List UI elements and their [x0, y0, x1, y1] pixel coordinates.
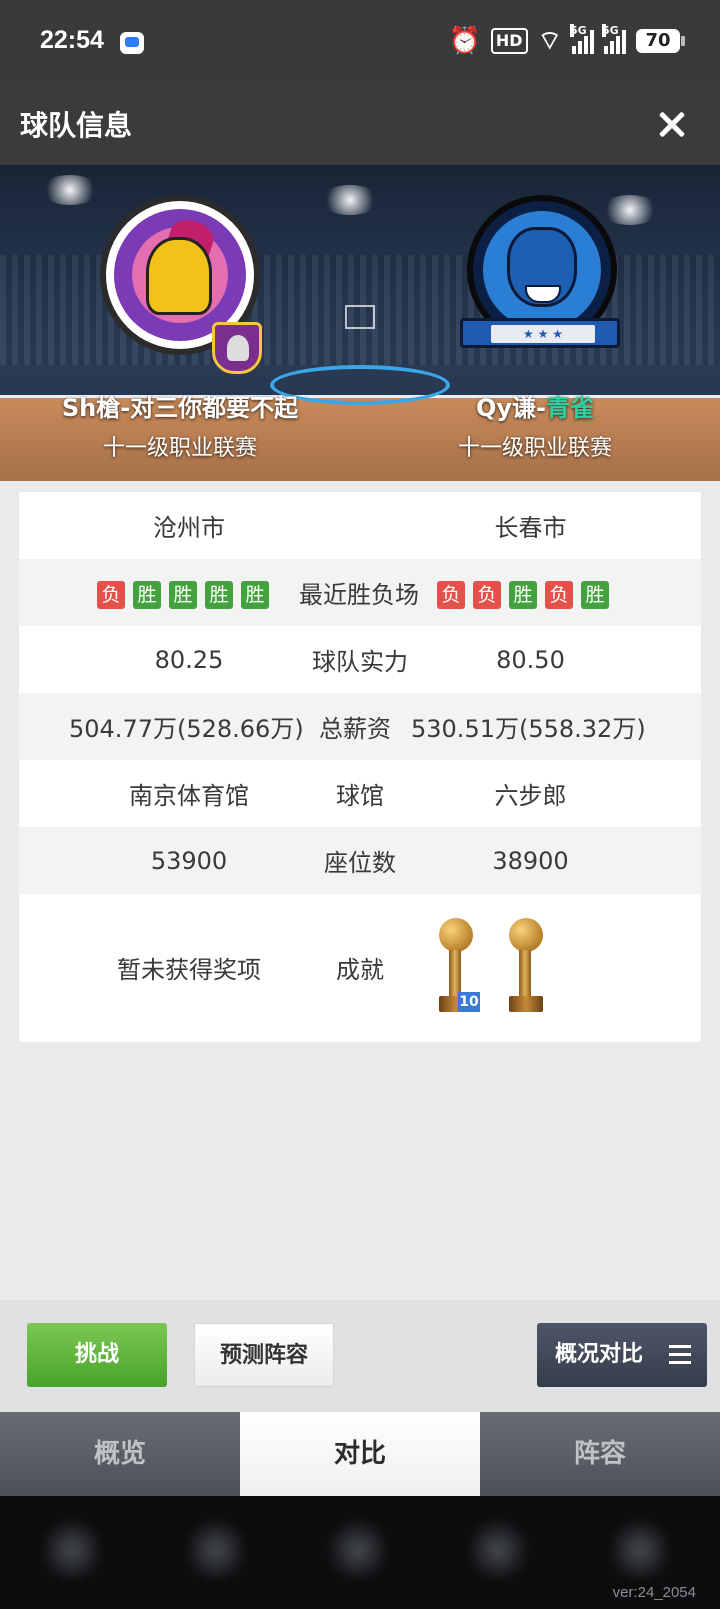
version-label: ver:24_2054	[612, 1584, 696, 1601]
signal-icon: 5G	[570, 24, 594, 54]
logo-ribbon: ★ ★ ★	[460, 318, 620, 348]
chat-app-icon	[120, 32, 144, 54]
right-team-name: Qy谦-青雀	[365, 388, 705, 423]
left-result-badge: 胜	[169, 581, 197, 609]
close-icon[interactable]	[652, 104, 692, 144]
right-result-badge: 负	[545, 581, 573, 609]
right-result-badge: 胜	[509, 581, 537, 609]
strength-row: 80.25 球队实力 80.50	[19, 626, 701, 693]
right-result-badge: 胜	[581, 581, 609, 609]
right-city: 长春市	[494, 514, 567, 542]
title-bar: 球队信息	[0, 82, 720, 165]
trophy-count-badge: 10	[458, 992, 480, 1012]
left-salary: 504.77万(528.66万)	[69, 715, 304, 743]
network-type-label: 5G	[602, 24, 619, 37]
left-result-badge: 胜	[133, 581, 161, 609]
hd-icon: HD	[490, 28, 528, 54]
wifi-icon: ⌔	[537, 26, 562, 56]
right-salary: 530.51万(558.32万)	[411, 715, 646, 743]
seats-row: 53900 座位数 38900	[19, 827, 701, 894]
right-strength: 80.50	[496, 645, 565, 674]
left-result-badge: 负	[97, 581, 125, 609]
arena-row: 南京体育馆 球馆 六步郎	[19, 760, 701, 827]
tab-overview[interactable]: 概览	[0, 1412, 240, 1496]
achievement-row: 暂未获得奖项 成就	[19, 894, 701, 1040]
right-arena: 六步郎	[494, 782, 567, 810]
left-result-badge: 胜	[205, 581, 233, 609]
salary-label: 总薪资	[319, 715, 391, 743]
achievement-label: 成就	[336, 955, 384, 984]
tab-bar: 概览 对比 阵容	[0, 1412, 720, 1496]
nav-icon[interactable]	[330, 1514, 386, 1586]
predict-lineup-button[interactable]: 预测阵容	[194, 1323, 334, 1387]
right-team-name-prefix: Qy谦-	[475, 394, 546, 422]
nav-icon[interactable]	[188, 1514, 244, 1586]
stadium-light	[40, 175, 100, 205]
alarm-icon: ⏰	[448, 26, 481, 56]
salary-row: 504.77万(528.66万) 总薪资 530.51万(558.32万)	[19, 693, 701, 760]
nav-icon[interactable]	[612, 1514, 668, 1586]
signal-icon: 5G	[602, 24, 626, 54]
right-result-badge: 负	[437, 581, 465, 609]
right-result-badge: 负	[473, 581, 501, 609]
left-result-badge: 胜	[241, 581, 269, 609]
left-recent-results: 负胜胜胜胜	[93, 579, 273, 609]
nav-icon[interactable]	[470, 1514, 526, 1586]
city-row: 沧州市 长春市	[19, 492, 701, 559]
left-city: 沧州市	[153, 514, 225, 542]
battery-icon: 70	[636, 29, 685, 53]
challenge-button[interactable]: 挑战	[27, 1323, 167, 1387]
status-time: 22:54	[40, 26, 104, 54]
stadium-light	[600, 195, 660, 225]
status-icons: ⏰ HD ⌔ 5G 5G 70	[448, 24, 685, 56]
stadium-light	[320, 185, 380, 215]
hoop-graphic	[345, 305, 375, 329]
recent-results-row: 负胜胜胜胜 最近胜负场 负负胜负胜	[19, 559, 701, 626]
right-team-name-accent: 青雀	[546, 394, 594, 422]
nav-icon[interactable]	[44, 1514, 100, 1586]
network-type-label: 5G	[570, 24, 587, 37]
bottom-nav: ver:24_2054	[0, 1496, 720, 1609]
right-recent-results: 负负胜负胜	[433, 579, 613, 609]
left-team-league: 十一级职业联赛	[102, 436, 257, 461]
tab-compare[interactable]: 对比	[240, 1412, 480, 1496]
ribbon-stars-icon: ★ ★ ★	[491, 325, 595, 343]
left-team-name: Sh槍-对三你都要不起	[61, 394, 299, 422]
trophy-icon[interactable]	[505, 918, 545, 1014]
right-seats: 38900	[492, 846, 569, 875]
left-team-badge-icon	[212, 322, 262, 374]
page-title: 球队信息	[20, 109, 133, 142]
tab-lineup[interactable]: 阵容	[480, 1412, 720, 1496]
comparison-card: 沧州市 长春市 负胜胜胜胜 最近胜负场 负负胜负胜 80.25 球队实力 80.…	[19, 492, 701, 1042]
overview-compare-button[interactable]: 概况对比	[537, 1323, 707, 1387]
status-bar: 22:54 ⏰ HD ⌔ 5G 5G 70	[0, 0, 720, 82]
overview-compare-label: 概况对比	[555, 1342, 644, 1367]
right-team-league: 十一级职业联赛	[457, 436, 612, 461]
menu-icon	[669, 1345, 691, 1365]
spartan-helmet-icon	[146, 237, 212, 315]
recent-label: 最近胜负场	[299, 581, 419, 609]
